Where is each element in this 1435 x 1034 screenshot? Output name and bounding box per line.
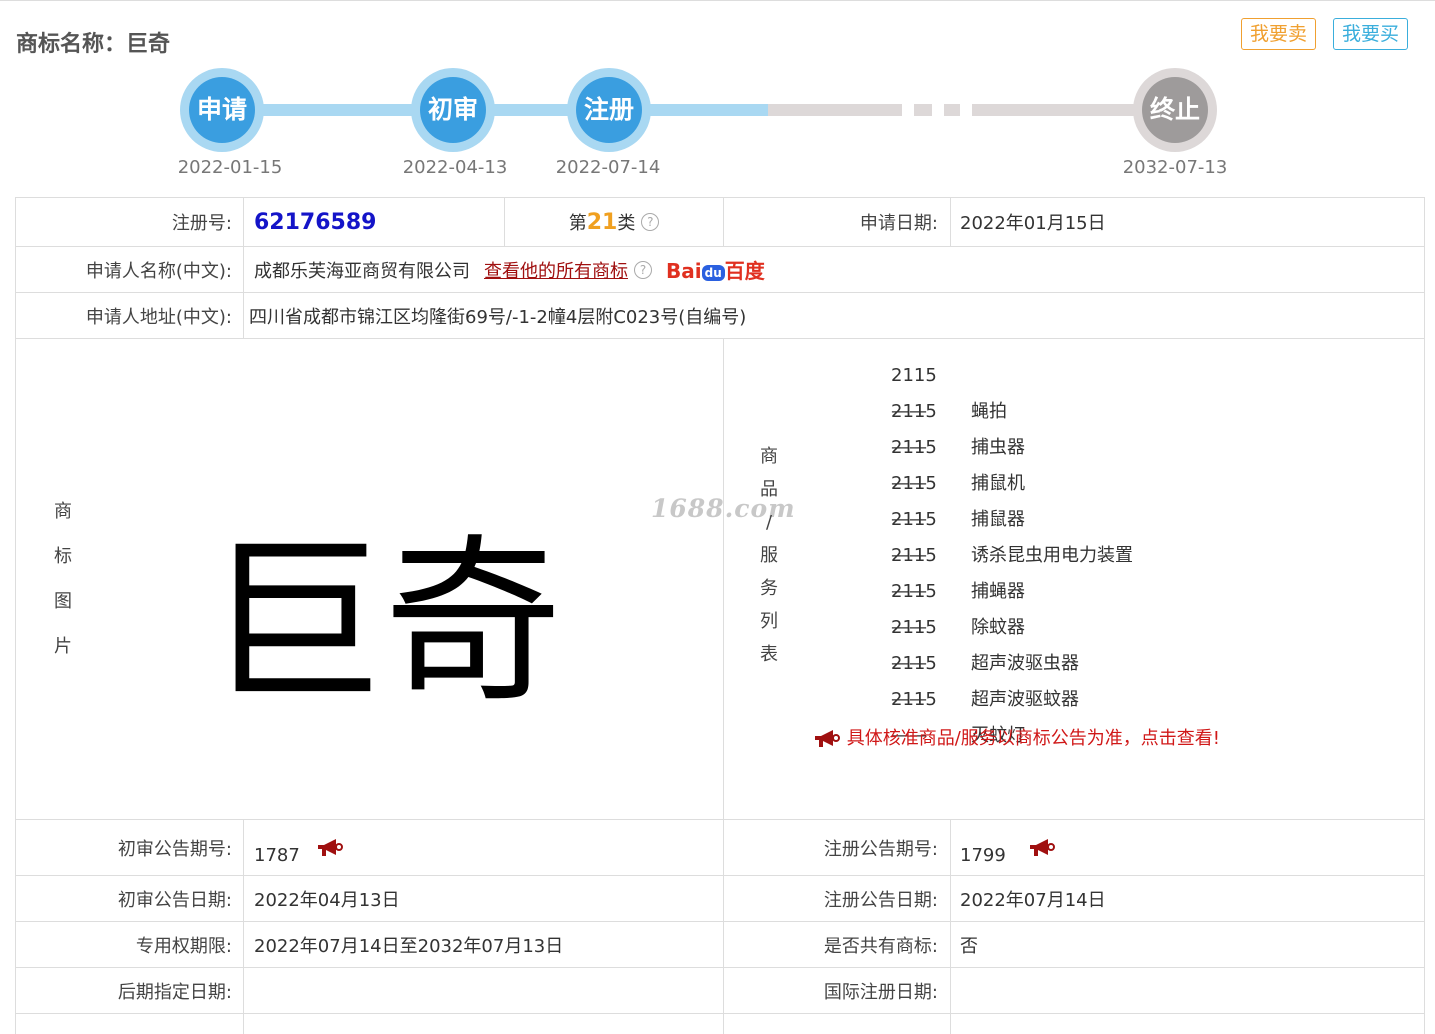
- goods-notice-text: 具体核准商品/服务以商标公告为准，点击查看!: [846, 728, 1221, 749]
- step-apply: 申请: [180, 68, 264, 152]
- apply-date-label: 申请日期:: [859, 213, 938, 234]
- class-suffix: 类: [617, 213, 636, 234]
- baidu-logo-text: Bai: [666, 259, 702, 283]
- reg-no-value: 62176589: [254, 209, 377, 235]
- address-value: 四川省成都市锦江区均隆街69号/-1-2幢4层附C023号(自编号): [249, 306, 747, 328]
- mark-image-label: 商 标 图 片: [54, 501, 72, 657]
- list-item: 2115—— 捕鼠器: [891, 473, 1025, 530]
- list-item: 2115—— 灭蚊灯: [891, 689, 1025, 746]
- shared-mark-label: 是否共有商标:: [823, 935, 938, 957]
- step-date: 2022-01-15: [177, 157, 283, 178]
- table-row: 申请人地址(中文): 四川省成都市锦江区均隆街69号/-1-2幢4层附C023号…: [15, 293, 1425, 339]
- baidu-paw-icon: du: [701, 264, 725, 281]
- exclusive-period-label: 专用权期限:: [135, 935, 232, 957]
- table-row: 注册号: 62176589 第 21 类 ? 申请日期: 2022年01月15日: [15, 198, 1425, 247]
- exclusive-period-value: 2022年07月14日至2032年07月13日: [254, 935, 564, 957]
- prelim-date-label: 初审公告日期:: [117, 889, 232, 911]
- class-number: 21: [586, 209, 618, 235]
- list-item: 2115—— 诱杀昆虫用电力装置: [891, 509, 1133, 566]
- class-prefix: 第: [568, 213, 587, 234]
- table-row: 申请人名称(中文): 成都乐芙海亚商贸有限公司 查看他的所有商标 ? Bai du…: [15, 247, 1425, 293]
- table-row: 商 标 图 片 巨奇 1688.com 商 品 / 服 务 列 表 2115——…: [15, 339, 1425, 820]
- all-marks-link[interactable]: 查看他的所有商标: [484, 257, 628, 283]
- step-label: 申请: [189, 77, 255, 143]
- later-date-label: 后期指定日期:: [117, 981, 232, 1003]
- step-date: 2022-07-14: [555, 157, 661, 178]
- address-label: 申请人地址(中文):: [85, 306, 232, 328]
- step-label: 注册: [576, 77, 642, 143]
- prelim-no-value: 1787: [254, 845, 300, 866]
- table-row: 初审公告期号: 1787 注册公告期号: 1799: [15, 820, 1425, 876]
- step-date: 2022-04-13: [402, 157, 508, 178]
- table-row: [15, 1014, 1425, 1034]
- goods-list: 2115—— 蝇拍 2115—— 捕虫器 2115—— 捕鼠机 2115—— 捕鼠器 2…: [891, 358, 1133, 746]
- megaphone-icon: [815, 730, 840, 747]
- step-label: 初审: [420, 77, 486, 143]
- apply-date-value: 2022年01月15日: [960, 213, 1106, 234]
- step-register: 注册: [567, 68, 651, 152]
- trademark-detail-table: 注册号: 62176589 第 21 类 ? 申请日期: 2022年01月15日 申…: [15, 197, 1425, 1034]
- timeline-pending-bar: [768, 104, 902, 116]
- reg-pub-no-value: 1799: [960, 845, 1006, 866]
- baidu-search-link[interactable]: Bai du 百度: [666, 255, 765, 284]
- page-title: 商标名称：巨奇: [16, 32, 171, 57]
- step-label: 终止: [1142, 77, 1208, 143]
- list-item: 2115—— 蝇拍: [891, 365, 1007, 422]
- table-row: 专用权期限: 2022年07月14日至2032年07月13日 是否共有商标: 否: [15, 922, 1425, 968]
- list-item: 2115—— 捕虫器: [891, 401, 1025, 458]
- prelim-date-value: 2022年04月13日: [254, 889, 400, 911]
- top-divider: [0, 0, 1435, 1]
- intl-date-label: 国际注册日期:: [823, 981, 938, 1003]
- baidu-logo-cn: 百度: [724, 259, 765, 283]
- shared-mark-value: 否: [960, 935, 978, 957]
- trademark-image: 巨奇: [206, 519, 562, 726]
- timeline-dash: [944, 104, 960, 116]
- applicant-label: 申请人名称(中文):: [85, 260, 232, 282]
- goods-list-label: 商 品 / 服 务 列 表: [760, 446, 778, 665]
- step-date: 2032-07-13: [1122, 157, 1228, 178]
- reg-pub-date-value: 2022年07月14日: [960, 889, 1106, 911]
- prelim-no-label: 初审公告期号:: [117, 838, 232, 860]
- help-icon[interactable]: ?: [641, 213, 660, 231]
- list-item: 2115—— 除蚊器: [891, 581, 1025, 638]
- goods-notice-link[interactable]: 具体核准商品/服务以商标公告为准，点击查看!: [813, 724, 1220, 750]
- list-item: 2115—— 超声波驱虫器: [891, 617, 1079, 674]
- timeline-dash: [914, 104, 932, 116]
- reg-no-label: 注册号:: [171, 213, 232, 234]
- reg-pub-date-label: 注册公告日期:: [823, 889, 938, 911]
- list-item: 2115—— 超声波驱蚊器: [891, 653, 1079, 710]
- table-row: 初审公告日期: 2022年04月13日 注册公告日期: 2022年07月14日: [15, 876, 1425, 922]
- step-prelim: 初审: [411, 68, 495, 152]
- table-row: 后期指定日期: 国际注册日期:: [15, 968, 1425, 1014]
- help-icon[interactable]: ?: [634, 260, 652, 279]
- buy-button[interactable]: 我要买: [1333, 18, 1409, 50]
- megaphone-icon[interactable]: [316, 838, 344, 858]
- list-item: 2115—— 捕鼠机: [891, 437, 1025, 494]
- step-terminate: 终止: [1133, 68, 1217, 152]
- megaphone-icon[interactable]: [1028, 838, 1056, 858]
- timeline-progress-bar: [222, 104, 768, 116]
- sell-button[interactable]: 我要卖: [1241, 18, 1317, 50]
- applicant-value: 成都乐芙海亚商贸有限公司: [254, 260, 470, 282]
- reg-pub-no-label: 注册公告期号:: [823, 838, 938, 860]
